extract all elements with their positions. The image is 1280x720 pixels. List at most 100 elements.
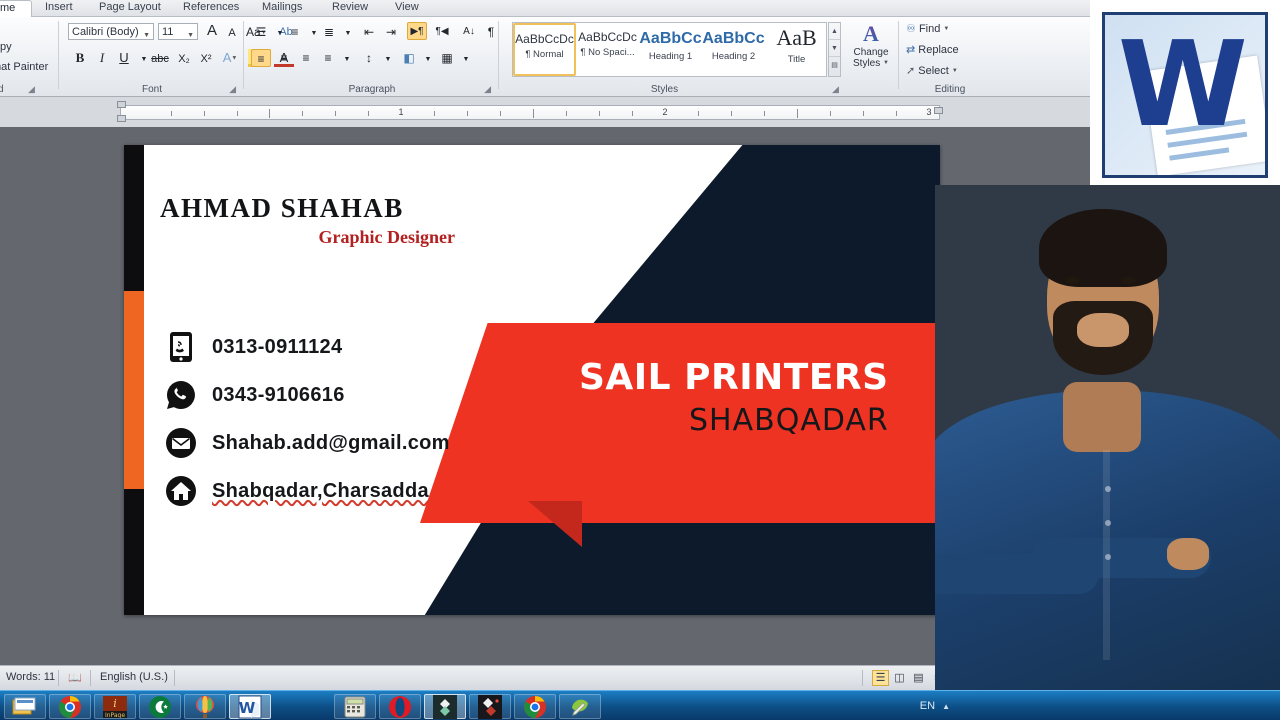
language-status[interactable]: English (U.S.) [100,671,168,683]
multilevel-list-icon[interactable]: ≣ [319,23,339,41]
clipboard-group-label: d [0,84,4,95]
show-hidden-icons-icon[interactable]: ▲ [942,702,950,711]
ribbon-group-font: Calibri (Body) ▼ 11 ▼ A A Aa▼ Ab B I U ▼… [62,17,294,97]
contact-mobile-value: 0313-0911124 [212,335,343,358]
align-center-icon[interactable]: ≡ [274,49,294,67]
tab-view[interactable]: View [388,0,426,17]
justify-icon[interactable]: ≡ [318,49,338,67]
tab-insert[interactable]: Insert [38,0,80,17]
style-heading-2[interactable]: AaBbCc Heading 2 [702,23,765,76]
font-size-combobox[interactable]: 11 ▼ [158,23,198,40]
document-canvas[interactable]: AHMAD SHAHAB Graphic Designer 0313-09111… [0,127,1095,665]
word-count-status[interactable]: Words: 11 [6,671,55,683]
taskbar-google-chrome[interactable] [49,694,91,719]
horizontal-ruler[interactable]: 1 2 3 [120,105,940,120]
spellcheck-icon[interactable]: 📖 [68,671,82,684]
text-effects-icon[interactable]: A▼ [220,49,240,67]
chevron-down-icon: ▼ [143,32,150,39]
taskbar-opera-browser[interactable] [379,694,421,719]
taskbar-google-chrome-second[interactable] [514,694,556,719]
style-no-spacing[interactable]: AaBbCcDc ¶ No Spaci... [576,23,639,76]
styles-dialog-launcher-icon[interactable]: ◢ [832,84,839,95]
taskbar-inpage[interactable]: i InPage [94,694,136,719]
paragraph-dialog-launcher-icon[interactable]: ◢ [484,84,491,95]
cursor-arrow-icon: ➚ [906,65,916,77]
font-dialog-launcher-icon[interactable]: ◢ [229,84,236,95]
taskbar-microsoft-word[interactable]: W [229,694,271,719]
borders-icon[interactable]: ▦ [437,49,457,67]
left-indent-marker[interactable] [117,115,126,122]
line-spacing-icon[interactable]: ↕ [359,49,379,67]
format-painter-button[interactable]: mat Painter [0,61,48,73]
tab-page-layout[interactable]: Page Layout [92,0,168,17]
copy-button[interactable]: py [0,41,12,53]
group-divider [898,21,899,89]
tab-review[interactable]: Review [325,0,375,17]
style-title[interactable]: AaB Title [765,23,828,76]
taskbar-calculator[interactable] [334,694,376,719]
grow-font-icon[interactable]: A [202,22,222,40]
increase-indent-icon[interactable]: ⇥ [381,23,401,41]
taskbar-green-pencil-app[interactable] [559,694,601,719]
chevron-down-icon[interactable]: ▼ [418,51,438,69]
clipboard-dialog-launcher-icon[interactable]: ◢ [28,84,35,95]
align-right-icon[interactable]: ≡ [296,49,316,67]
numbering-icon[interactable]: ≡ [285,23,305,41]
taskbar-pakistan-flag-app[interactable] [139,694,181,719]
italic-button[interactable]: I [92,49,112,67]
chevron-down-icon[interactable]: ▼ [337,51,357,69]
bullets-icon[interactable]: ☰ [251,23,271,41]
ribbon-group-clipboard: py mat Painter d ◢ [0,17,52,97]
tab-references[interactable]: References [176,0,246,17]
sort-icon[interactable]: A↓ [459,23,479,41]
full-screen-reading-view-icon[interactable]: ◫ [891,670,908,686]
find-button[interactable]: ♾ Find ▼ [906,22,949,35]
right-indent-marker[interactable] [934,107,943,114]
ribbon-group-paragraph: ☰ ▼ ≡ ▼ ≣ ▼ ⇤ ⇥ ▶¶ ¶◀ A↓ ¶ ≡ ≡ ≡ ≡ ▼ ↕ ▼… [247,17,497,97]
taskbar-hot-air-balloon-app[interactable] [184,694,226,719]
shrink-font-icon[interactable]: A [222,24,242,42]
taskbar-diamond-app-two[interactable] [469,694,511,719]
change-styles-button[interactable]: A Change Styles ▼ [847,21,895,69]
styles-gallery-scrollbar[interactable]: ▲ ▼ ▤ [828,22,841,77]
chevron-down-icon[interactable]: ▼ [378,51,398,69]
language-indicator[interactable]: EN [920,700,935,712]
tab-home[interactable]: me [0,0,32,17]
style-normal[interactable]: AaBbCcDc ¶ Normal [513,23,576,76]
replace-label: Replace [918,44,959,56]
taskbar-diamond-app-one[interactable] [424,694,466,719]
shading-icon[interactable]: ◧ [399,49,419,67]
tab-review-label: Review [332,1,369,13]
style-heading-1[interactable]: AaBbCс Heading 1 [639,23,702,76]
taskbar-windows-explorer[interactable] [4,694,46,719]
first-line-indent-marker[interactable] [117,101,126,108]
svg-text:i: i [113,697,117,710]
contact-row-mobile: 0313-0911124 [164,323,450,371]
bold-button[interactable]: B [70,49,90,67]
web-layout-view-icon[interactable]: ▤ [910,670,927,686]
tab-home-label: me [0,2,16,14]
card-contact-list: 0313-0911124 0343-9106616 Shahab.add@gma… [164,323,450,515]
chevron-down-icon[interactable]: ▼ [456,51,476,69]
print-layout-view-icon[interactable]: ☰ [872,670,889,686]
left-to-right-text-icon[interactable]: ▶¶ [407,22,427,40]
superscript-button[interactable]: X² [196,50,216,68]
right-to-left-text-icon[interactable]: ¶◀ [432,23,452,41]
decrease-indent-icon[interactable]: ⇤ [359,23,379,41]
align-left-icon[interactable]: ≡ [251,49,271,67]
business-card[interactable]: AHMAD SHAHAB Graphic Designer 0313-09111… [124,145,940,615]
replace-button[interactable]: ⇄ Replace [906,43,959,56]
chevron-down-icon[interactable]: ▼ [338,25,358,43]
strikethrough-button[interactable]: abc [150,50,170,68]
scroll-down-icon[interactable]: ▼ [829,40,840,57]
subscript-button[interactable]: X₂ [174,50,194,68]
scroll-up-icon[interactable]: ▲ [829,23,840,40]
more-styles-icon[interactable]: ▤ [829,57,840,74]
underline-button[interactable]: U [114,49,134,67]
styles-group-label: Styles [650,84,679,95]
select-label: Select [918,65,949,77]
select-button[interactable]: ➚ Select ▼ [906,64,958,77]
font-name-combobox[interactable]: Calibri (Body) ▼ [68,23,154,40]
tab-mailings[interactable]: Mailings [255,0,309,17]
style-label: ¶ No Spaci... [580,47,635,58]
